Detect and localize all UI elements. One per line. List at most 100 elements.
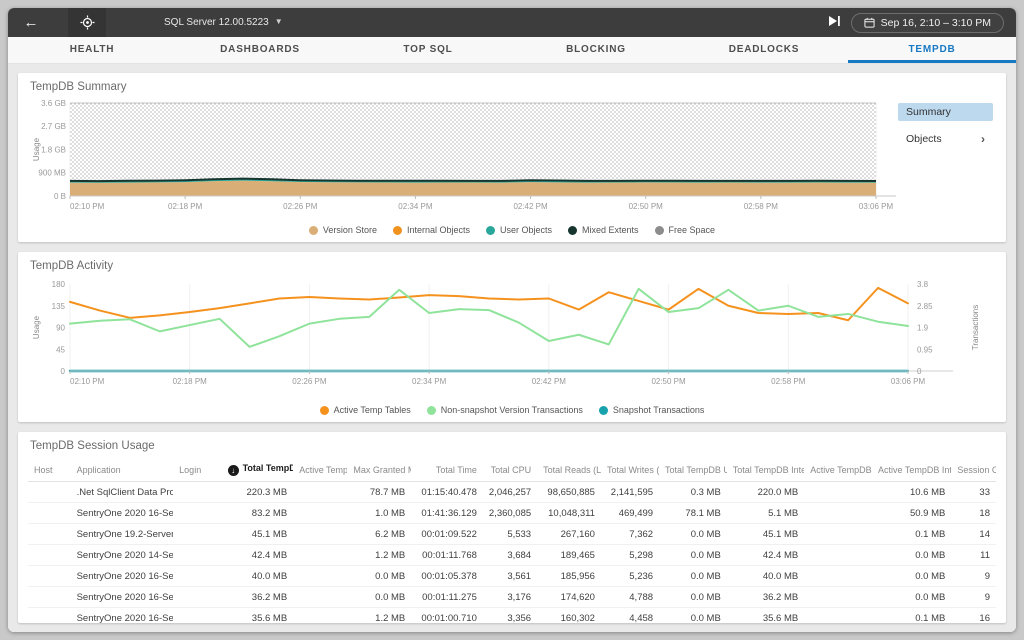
tab-tempdb[interactable]: TEMPDB: [848, 37, 1016, 63]
table-row[interactable]: SentryOne 2020 16-Server40.0 MB0.0 MB00:…: [28, 566, 996, 587]
table-cell: 160,302: [537, 608, 601, 624]
table-cell: 35.6 MB: [727, 608, 804, 624]
y-axis-title: Usage: [32, 137, 41, 161]
table-cell: [28, 608, 71, 624]
table-cell: 469,499: [601, 503, 659, 524]
column-header-label: Total TempDB: [243, 463, 294, 473]
server-selector-dropdown[interactable]: SQL Server 12.00.5223 ▼: [164, 17, 283, 28]
tab-top-sql[interactable]: TOP SQL: [344, 37, 512, 63]
column-header-total-tempdb-internal[interactable]: Total TempDB Internal: [727, 458, 804, 482]
jump-to-latest-button[interactable]: [828, 14, 841, 32]
table-cell: 40.0 MB: [727, 566, 804, 587]
y-axis-tick-label: 180: [52, 280, 66, 289]
x-axis-tick-label: 02:58 PM: [771, 377, 806, 386]
tab-deadlocks[interactable]: DEADLOCKS: [680, 37, 848, 63]
legend-item-active-temp-tables[interactable]: Active Temp Tables: [320, 405, 411, 415]
table-cell: 3,561: [483, 566, 537, 587]
column-header-label: Total CPU: [491, 465, 532, 475]
table-cell: [173, 545, 221, 566]
table-row[interactable]: SentryOne 2020 16-Server36.2 MB0.0 MB00:…: [28, 587, 996, 608]
summary-view-switcher: Summary Objects ›: [898, 97, 993, 223]
table-cell: 0.0 MB: [659, 566, 727, 587]
table-cell: [28, 503, 71, 524]
legend-item-non-snapshot-version-transactions[interactable]: Non-snapshot Version Transactions: [427, 405, 583, 415]
table-row[interactable]: .Net SqlClient Data Provider220.3 MB78.7…: [28, 482, 996, 503]
table-cell: [293, 545, 347, 566]
column-header-total-writes-p[interactable]: Total Writes (P): [601, 458, 659, 482]
legend-item-version-store[interactable]: Version Store: [309, 225, 377, 235]
view-button-summary-label: Summary: [906, 106, 951, 118]
x-axis-tick-label: 03:06 PM: [859, 202, 894, 211]
table-cell: 00:01:00.710: [411, 608, 483, 624]
y-axis-tick-label: 2.7 GB: [41, 122, 66, 131]
column-header-active-tempdb-internal[interactable]: Active TempDB Internal: [872, 458, 951, 482]
table-cell: [173, 566, 221, 587]
x-axis-tick-label: 02:58 PM: [744, 202, 779, 211]
x-axis-tick-label: 02:26 PM: [283, 202, 318, 211]
right-axis-tick-label: 0.95: [917, 345, 933, 354]
x-axis-tick-label: 02:50 PM: [651, 377, 686, 386]
table-cell: SentryOne 2020 16-Server: [71, 503, 174, 524]
column-header-application[interactable]: Application: [71, 458, 174, 482]
table-row[interactable]: SentryOne 19.2-Server45.1 MB6.2 MB00:01:…: [28, 524, 996, 545]
column-header-total-tempdb[interactable]: ↓Total TempDB: [222, 458, 294, 482]
table-cell: [804, 545, 872, 566]
table-cell: 00:01:11.768: [411, 545, 483, 566]
y-axis-tick-label: 3.6 GB: [41, 99, 66, 108]
table-cell: 83.2 MB: [222, 503, 294, 524]
table-cell: [28, 524, 71, 545]
table-cell: 0.0 MB: [872, 587, 951, 608]
column-header-login[interactable]: Login: [173, 458, 221, 482]
table-cell: 7,362: [601, 524, 659, 545]
y-axis-tick-label: 1.8 GB: [41, 146, 66, 155]
table-row[interactable]: SentryOne 2020 16-Server83.2 MB1.0 MB01:…: [28, 503, 996, 524]
tempdb-activity-card: TempDB Activity 1803.81352.85901.9450.95…: [18, 252, 1006, 422]
column-header-session-count[interactable]: Session Count: [951, 458, 996, 482]
version-store-area: [70, 181, 876, 196]
calendar-icon: [864, 17, 875, 28]
table-cell: 0.0 MB: [872, 545, 951, 566]
tab-blocking[interactable]: BLOCKING: [512, 37, 680, 63]
legend-item-mixed-extents[interactable]: Mixed Extents: [568, 225, 639, 235]
column-header-total-tempdb-user[interactable]: Total TempDB User: [659, 458, 727, 482]
table-row[interactable]: SentryOne 2020 14-Server42.4 MB1.2 MB00:…: [28, 545, 996, 566]
y-axis-tick-label: 135: [52, 302, 66, 311]
x-axis-tick-label: 02:18 PM: [173, 377, 208, 386]
table-cell: 00:01:09.522: [411, 524, 483, 545]
column-header-total-reads-l[interactable]: Total Reads (L): [537, 458, 601, 482]
table-cell: 10.6 MB: [872, 482, 951, 503]
view-button-summary[interactable]: Summary: [898, 103, 993, 121]
table-cell: [293, 503, 347, 524]
tab-dashboards[interactable]: DASHBOARDS: [176, 37, 344, 63]
right-axis-tick-label: 2.85: [917, 302, 933, 311]
table-cell: 1.2 MB: [347, 608, 411, 624]
table-cell: 267,160: [537, 524, 601, 545]
column-header-label: Application: [77, 465, 121, 475]
x-axis-tick-label: 02:42 PM: [532, 377, 567, 386]
column-header-total-cpu[interactable]: Total CPU: [483, 458, 537, 482]
target-button[interactable]: [68, 8, 106, 37]
table-cell: 01:15:40.478: [411, 482, 483, 503]
column-header-total-time[interactable]: Total Time: [411, 458, 483, 482]
table-cell: 18: [951, 503, 996, 524]
column-header-max-granted-mem[interactable]: Max Granted Mem: [347, 458, 411, 482]
legend-item-user-objects[interactable]: User Objects: [486, 225, 552, 235]
y-axis-tick-label: 45: [56, 345, 65, 354]
table-cell: [173, 482, 221, 503]
view-button-objects[interactable]: Objects ›: [898, 129, 993, 149]
table-row[interactable]: SentryOne 2020 16-Server35.6 MB1.2 MB00:…: [28, 608, 996, 624]
column-header-active-tempdb-user[interactable]: Active TempDB User: [804, 458, 872, 482]
legend-item-free-space[interactable]: Free Space: [655, 225, 716, 235]
session-usage-table: HostApplicationLogin↓Total TempDBActive …: [28, 458, 996, 623]
column-header-label: Max Granted Mem: [353, 465, 411, 475]
date-range-picker[interactable]: Sep 16, 2:10 – 3:10 PM: [851, 13, 1004, 33]
column-header-active-tempdb[interactable]: Active TempDB: [293, 458, 347, 482]
column-header-host[interactable]: Host: [28, 458, 71, 482]
x-axis-tick-label: 02:34 PM: [398, 202, 433, 211]
tab-health[interactable]: HEALTH: [8, 37, 176, 63]
legend-item-snapshot-transactions[interactable]: Snapshot Transactions: [599, 405, 705, 415]
legend-item-internal-objects[interactable]: Internal Objects: [393, 225, 470, 235]
table-cell: [804, 566, 872, 587]
table-cell: 189,465: [537, 545, 601, 566]
back-button[interactable]: ←: [12, 8, 50, 37]
